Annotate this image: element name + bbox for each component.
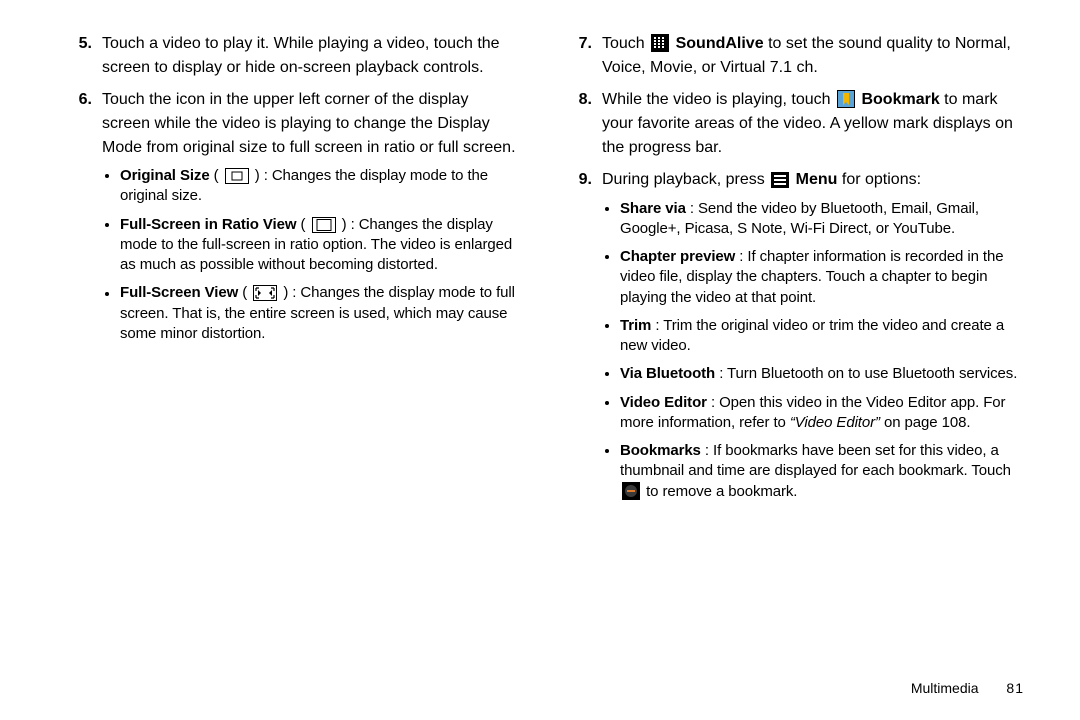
step-number: 6. (60, 88, 102, 352)
step-number: 8. (560, 88, 602, 160)
spacer: ) (255, 167, 260, 184)
step-6: 6. Touch the icon in the upper left corn… (60, 88, 520, 352)
bullet-label: Via Bluetooth (620, 365, 715, 382)
right-column: 7. Touch SoundAlive to set the sound qua… (540, 32, 1032, 648)
list-item: Chapter preview : If chapter information… (620, 247, 1020, 308)
menu-label: Menu (796, 172, 838, 189)
list-item: Full-Screen View ( ) : Changes the dis (120, 283, 520, 344)
text-pre: While the video is playing, touch (602, 91, 835, 108)
list-item: Full-Screen in Ratio View ( ) : Changes … (120, 215, 520, 276)
cross-reference: “Video Editor” (790, 414, 880, 431)
page-footer: Multimedia 81 (0, 680, 1080, 704)
list-item: Original Size ( ) : Changes the display … (120, 166, 520, 207)
bullet-text: : Turn Bluetooth on to use Bluetooth ser… (719, 365, 1017, 382)
soundalive-icon (651, 32, 669, 56)
full-screen-icon (253, 283, 277, 303)
menu-options-list: Share via : Send the video by Bluetooth,… (602, 199, 1020, 502)
spacer: ( (301, 216, 306, 233)
step-number: 9. (560, 168, 602, 510)
bullet-text-post: on page 108. (884, 414, 970, 431)
footer-page-number: 81 (1006, 680, 1024, 696)
soundalive-label: SoundAlive (676, 35, 764, 52)
bullet-label: Bookmarks (620, 442, 701, 459)
bullet-label: Share via (620, 200, 686, 217)
text-post: for options: (842, 172, 921, 189)
list-item: Video Editor : Open this video in the Vi… (620, 393, 1020, 434)
step-7: 7. Touch SoundAlive to set the sound qua… (560, 32, 1020, 80)
step-text: Touch a video to play it. While playing … (102, 32, 520, 80)
left-column: 5. Touch a video to play it. While playi… (48, 32, 540, 648)
bookmark-icon (837, 88, 855, 112)
bullet-label: Original Size (120, 167, 210, 184)
step-number: 7. (560, 32, 602, 80)
page-body: 5. Touch a video to play it. While playi… (0, 0, 1080, 680)
list-item: Via Bluetooth : Turn Bluetooth on to use… (620, 364, 1020, 384)
spacer: ( (242, 285, 247, 302)
list-item: Bookmarks : If bookmarks have been set f… (620, 441, 1020, 502)
spacer: ) (342, 216, 347, 233)
footer-section: Multimedia (911, 680, 979, 696)
step-5: 5. Touch a video to play it. While playi… (60, 32, 520, 80)
bullet-text-post: to remove a bookmark. (646, 483, 797, 500)
menu-icon (771, 168, 789, 192)
bullet-label: Full-Screen in Ratio View (120, 216, 296, 233)
bullet-label: Chapter preview (620, 248, 735, 265)
text-pre: During playback, press (602, 172, 769, 189)
list-item: Trim : Trim the original video or trim t… (620, 316, 1020, 357)
step-8: 8. While the video is playing, touch Boo… (560, 88, 1020, 160)
bullet-label: Trim (620, 317, 651, 334)
step-number: 5. (60, 32, 102, 80)
ratio-view-icon (312, 215, 336, 235)
bullet-label: Full-Screen View (120, 285, 238, 302)
step-body: Touch SoundAlive to set the sound qualit… (602, 32, 1020, 80)
step-body: During playback, press Menu for options:… (602, 168, 1020, 510)
display-mode-list: Original Size ( ) : Changes the display … (102, 166, 520, 344)
step-body: While the video is playing, touch Bookma… (602, 88, 1020, 160)
bullet-text: : Trim the original video or trim the vi… (620, 317, 1004, 354)
step-9: 9. During playback, press Menu for optio… (560, 168, 1020, 510)
bookmark-label: Bookmark (861, 91, 939, 108)
spacer: ( (214, 167, 219, 184)
list-item: Share via : Send the video by Bluetooth,… (620, 199, 1020, 240)
remove-bookmark-icon (622, 482, 640, 502)
step-body: Touch the icon in the upper left corner … (102, 88, 520, 352)
step-text: Touch the icon in the upper left corner … (102, 91, 516, 156)
spacer: ) (283, 285, 288, 302)
original-size-icon (225, 166, 249, 186)
text-pre: Touch (602, 35, 649, 52)
bullet-label: Video Editor (620, 394, 707, 411)
